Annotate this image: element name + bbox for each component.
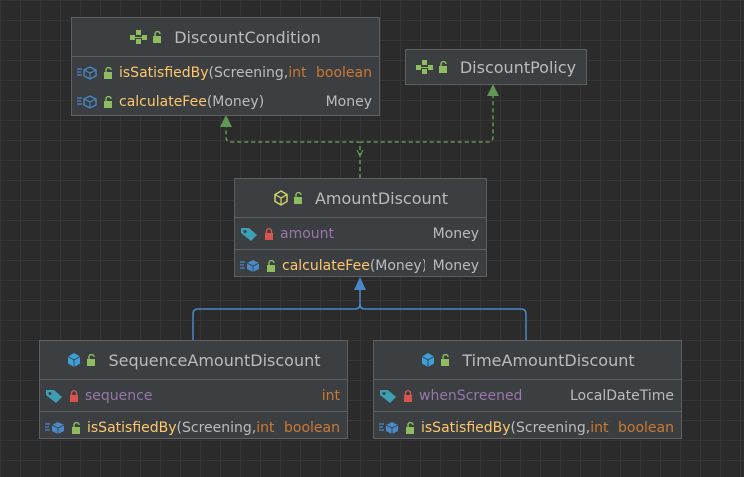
method-params: (Screening, — [510, 419, 591, 436]
unlocked-padlock-icon — [405, 421, 415, 434]
return-type: Money — [432, 257, 479, 274]
field-tag-icon — [379, 389, 397, 403]
method-params: (Screening, — [208, 64, 289, 81]
method-params: (Money) — [369, 257, 425, 274]
amount-discount-header: AmountDiscount — [235, 179, 486, 217]
interface-icon — [415, 60, 434, 74]
class-name: DiscountPolicy — [459, 57, 577, 77]
method-icon — [77, 94, 97, 109]
method-icon — [379, 421, 399, 435]
time-amount-discount-header: TimeAmountDiscount — [374, 341, 681, 379]
param-keyword: int — [256, 419, 275, 436]
param-keyword: int — [288, 64, 307, 81]
method-name: calculateFee — [119, 93, 207, 110]
method-row[interactable]: isSatisfiedBy(Screening, int) boolean — [374, 413, 681, 442]
class-name: TimeAmountDiscount — [462, 350, 635, 370]
method-name: isSatisfiedBy — [87, 419, 177, 436]
method-name: isSatisfiedBy — [119, 64, 209, 81]
method-icon — [45, 421, 65, 435]
return-type: Money — [325, 93, 372, 110]
method-params: (Screening, — [176, 419, 257, 436]
edge-time-to-amount — [359, 303, 527, 340]
field-type: Money — [432, 225, 479, 242]
discount-policy-header: DiscountPolicy — [406, 50, 586, 84]
methods-section: isSatisfiedBy(Screening, int) boolean — [374, 411, 681, 443]
field-tag-icon — [45, 389, 63, 403]
unlocked-padlock-icon — [103, 66, 113, 79]
param-keyword: int — [590, 419, 609, 436]
amount-discount-node[interactable]: AmountDiscount amount Money calculateFee… — [234, 178, 487, 277]
methods-section: isSatisfiedBy(Screening, int) boolean ca… — [72, 56, 379, 117]
locked-padlock-icon — [403, 389, 413, 402]
class-icon — [420, 352, 436, 368]
unlocked-padlock-icon — [103, 95, 113, 108]
inheritance-edges — [192, 289, 527, 340]
interface-icon — [130, 30, 148, 44]
edge-sequence-to-amount — [192, 289, 361, 340]
method-icon — [77, 65, 97, 80]
edge-amount-to-condition — [225, 126, 361, 178]
class-name: SequenceAmountDiscount — [108, 350, 321, 370]
return-type: boolean — [284, 419, 340, 436]
methods-section: calculateFee (Money) Money — [235, 249, 486, 281]
discount-policy-node[interactable]: DiscountPolicy — [405, 49, 587, 85]
discount-condition-header: DiscountCondition — [72, 18, 379, 56]
unlocked-padlock-icon — [293, 192, 303, 204]
discount-condition-node[interactable]: DiscountCondition isSatisfiedBy (Screenin… — [71, 17, 380, 116]
method-row[interactable]: calculateFee (Money) Money — [72, 87, 379, 116]
class-icon — [66, 352, 82, 368]
method-params-close: ) — [275, 420, 277, 436]
field-tag-icon — [240, 227, 258, 241]
time-amount-discount-node[interactable]: TimeAmountDiscount whenScreened LocalDat… — [373, 340, 682, 439]
sequence-amount-discount-header: SequenceAmountDiscount — [40, 341, 347, 379]
unlocked-padlock-icon — [152, 31, 162, 43]
method-params-close: ) — [609, 420, 611, 436]
unlocked-padlock-icon — [266, 259, 276, 272]
abstract-class-icon — [273, 190, 289, 206]
field-row[interactable]: sequence int — [40, 381, 347, 410]
unlocked-padlock-icon — [440, 354, 450, 366]
method-name: isSatisfiedBy — [421, 419, 511, 436]
method-params: (Money) — [206, 93, 265, 110]
fields-section: whenScreened LocalDateTime — [374, 379, 681, 411]
field-name: sequence — [85, 387, 153, 404]
unlocked-padlock-icon — [71, 421, 81, 434]
field-name: whenScreened — [419, 387, 523, 404]
method-row[interactable]: calculateFee (Money) Money — [235, 251, 486, 280]
sequence-amount-discount-node[interactable]: SequenceAmountDiscount sequence int isSa… — [39, 340, 348, 439]
method-params-close: ) — [307, 65, 309, 81]
field-row[interactable]: whenScreened LocalDateTime — [374, 381, 681, 410]
field-type: int — [321, 387, 340, 404]
method-row[interactable]: isSatisfiedBy(Screening, int) boolean — [72, 58, 379, 87]
field-type: LocalDateTime — [569, 387, 674, 404]
class-name: DiscountCondition — [174, 27, 321, 47]
method-name: calculateFee — [282, 257, 370, 274]
fields-section: sequence int — [40, 379, 347, 411]
return-type: boolean — [618, 419, 674, 436]
methods-section: isSatisfiedBy(Screening, int) boolean — [40, 411, 347, 443]
class-name: AmountDiscount — [314, 188, 449, 208]
method-icon — [240, 259, 260, 273]
field-name: amount — [280, 225, 335, 242]
field-row[interactable]: amount Money — [235, 219, 486, 248]
fields-section: amount Money — [235, 217, 486, 249]
realization-arrowhead-policy — [487, 84, 499, 96]
locked-padlock-icon — [69, 389, 79, 402]
return-type: boolean — [316, 64, 372, 81]
locked-padlock-icon — [264, 227, 274, 240]
unlocked-padlock-icon — [438, 61, 448, 73]
method-row[interactable]: isSatisfiedBy(Screening, int) boolean — [40, 413, 347, 442]
unlocked-padlock-icon — [86, 354, 96, 366]
